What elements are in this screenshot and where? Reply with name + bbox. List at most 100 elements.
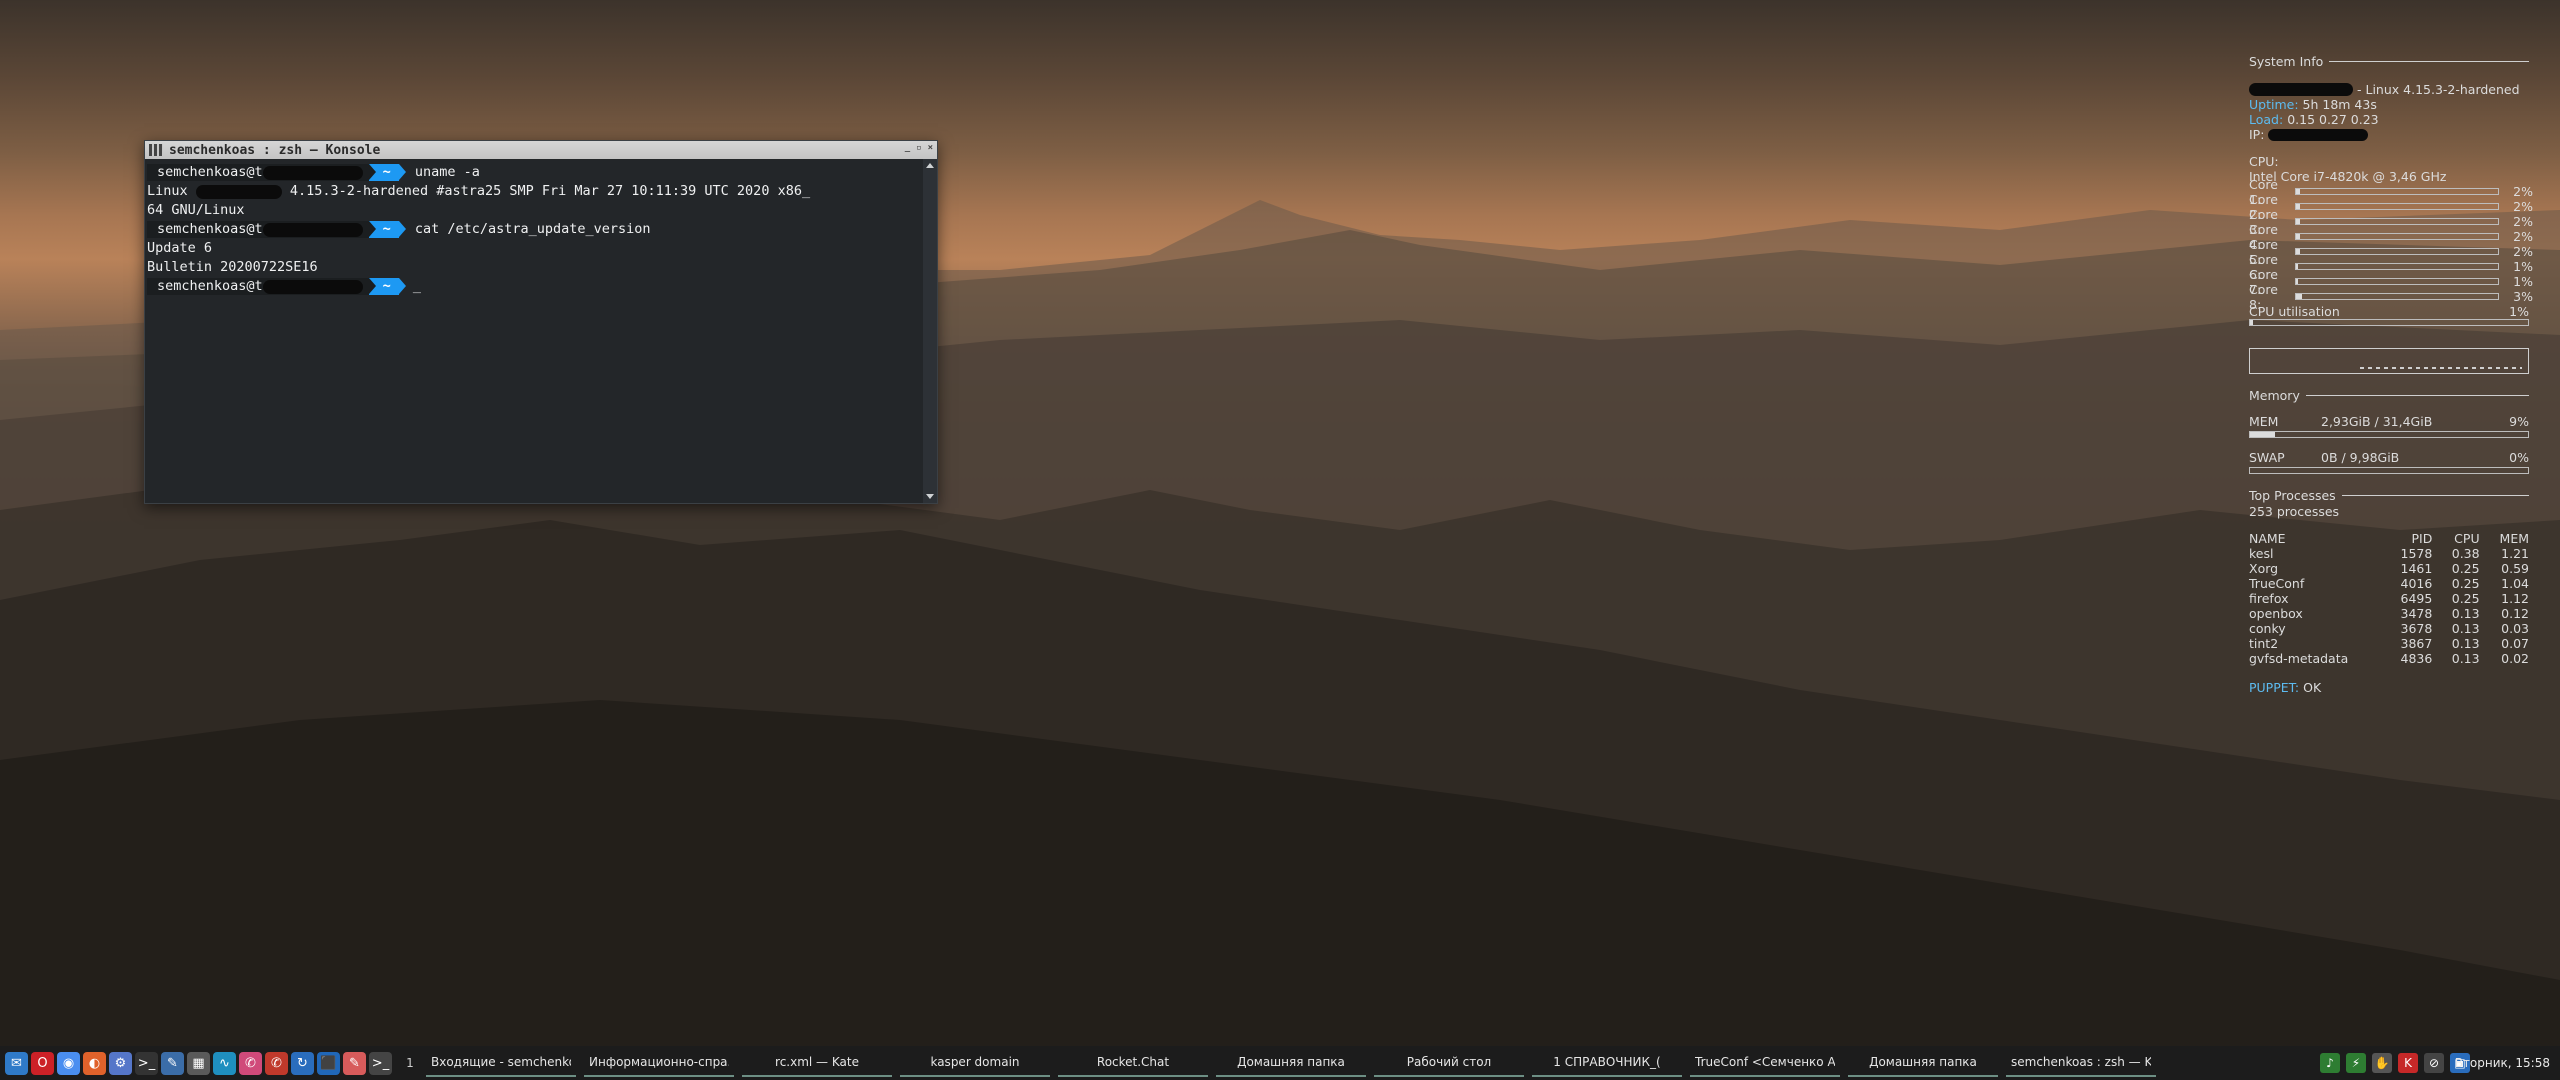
block-icon[interactable]: ⊘ <box>2424 1053 2444 1073</box>
konsole-app-icon <box>149 144 163 156</box>
command-text: cat /etc/astra_update_version <box>414 221 651 237</box>
divider <box>2329 60 2529 62</box>
minimize-button[interactable]: _ <box>905 143 910 153</box>
system-info-header: System Info <box>2249 52 2529 70</box>
core-percent: 1% <box>2513 259 2533 274</box>
taskbar-task[interactable]: Рабочий стол <box>1374 1049 1524 1077</box>
scroll-down-icon[interactable] <box>926 494 934 499</box>
clock[interactable]: Вторник, 15:58 <box>2455 1046 2550 1080</box>
calculator-icon[interactable]: ▦ <box>187 1051 210 1075</box>
core-usage-bar <box>2295 203 2499 210</box>
taskbar: ✉O◉◐⚙>_✎▦∿✆✆↻⬛✎>_ 1 Входящие - semchenko… <box>0 1046 2560 1080</box>
virtualbox-icon[interactable]: ⬛ <box>317 1051 340 1075</box>
core-percent: 2% <box>2513 214 2533 229</box>
terminal-scrollbar[interactable] <box>923 159 937 503</box>
taskbar-task[interactable]: rc.xml — Kate <box>742 1049 892 1077</box>
bar-fill <box>2296 234 2301 239</box>
mem-row: MEM 2,93GiB / 31,4GiB 9% <box>2249 414 2529 429</box>
chart-icon[interactable]: ∿ <box>213 1051 236 1075</box>
chat-icon[interactable]: ✆ <box>265 1051 288 1075</box>
terminal-icon[interactable]: >_ <box>135 1051 158 1075</box>
firefox-icon[interactable]: ◐ <box>83 1051 106 1075</box>
taskbar-task[interactable]: kasper domain <box>900 1049 1050 1077</box>
volume-icon[interactable]: ♪ <box>2320 1053 2340 1073</box>
cpu-core-row: Core 8: 3% <box>2249 282 2533 312</box>
chrome-icon[interactable]: ◉ <box>57 1051 80 1075</box>
launcher-bar: ✉ O ◉ ◐ ⚙ >_ ✎ ▦ ∿ ✆ ✆ ↻ ⬛ ✎ >_ <box>0 1051 392 1075</box>
thunderbird-icon[interactable]: ✉ <box>5 1051 28 1075</box>
bar-fill <box>2296 279 2299 284</box>
cpu-label: CPU: <box>2249 154 2279 169</box>
window-titlebar[interactable]: semchenkoas : zsh — Konsole _ ▫ × <box>145 141 937 159</box>
mem-bar <box>2249 431 2529 438</box>
process-count: 253 processes <box>2249 504 2340 519</box>
output-line: Update 6 <box>147 240 213 256</box>
redacted-ip <box>2268 128 2369 141</box>
network-icon[interactable]: ⚡ <box>2346 1053 2366 1073</box>
table-row: conky 3678 0.13 0.03 <box>2249 621 2529 636</box>
task-list: Входящие - semchenko... Информационно-спр… <box>426 1049 2164 1077</box>
scroll-up-icon[interactable] <box>926 163 934 168</box>
cpu-core-list: Core 1: 2% Core 2: 2% Core 3: 2% Core 4: 2% Core… <box>2249 177 2533 312</box>
taskbar-task[interactable]: TrueConf <Семченко А... <box>1690 1049 1840 1077</box>
terminal-cursor: _ <box>412 278 421 294</box>
swap-row: SWAP 0B / 9,98GiB 0% <box>2249 450 2529 465</box>
kernel-row: - Linux 4.15.3-2-hardened <box>2249 82 2529 97</box>
cpu-utilisation-bar <box>2249 319 2529 326</box>
prompt-line: semchenkoas@t ~ cat /etc/astra_update_ver… <box>147 220 921 239</box>
editor-icon[interactable]: ✎ <box>161 1051 184 1075</box>
output-line: Bulletin 20200722SE16 <box>147 259 318 275</box>
maximize-button[interactable]: ▫ <box>916 143 921 153</box>
uptime-row: Uptime: 5h 18m 43s <box>2249 97 2377 112</box>
gear-icon[interactable]: ⚙ <box>109 1051 132 1075</box>
taskbar-task[interactable]: Входящие - semchenko... <box>426 1049 576 1077</box>
system-tray: ♪ ⚡ ✋ K ⊘ ▣ <box>2320 1046 2470 1080</box>
ip-row: IP: <box>2249 127 2529 142</box>
opera-icon[interactable]: O <box>31 1051 54 1075</box>
prompt-line: semchenkoas@t ~ _ <box>147 277 921 296</box>
taskbar-task[interactable]: semchenkoas : zsh — K... <box>2006 1049 2156 1077</box>
prompt-directory: ~ <box>368 164 406 181</box>
table-row: firefox 6495 0.25 1.12 <box>2249 591 2529 606</box>
taskbar-task[interactable]: 1 СПРАВОЧНИК_( <box>1532 1049 1682 1077</box>
window-title: semchenkoas : zsh — Konsole <box>169 142 381 158</box>
output-line: 64 GNU/Linux <box>147 202 245 218</box>
chat-icon[interactable]: ✆ <box>239 1051 262 1075</box>
table-row: Xorg 1461 0.25 0.59 <box>2249 561 2529 576</box>
core-usage-bar <box>2295 278 2499 285</box>
cpu-utilisation-row: CPU utilisation 1% <box>2249 304 2529 319</box>
redacted-hostname <box>2249 83 2353 96</box>
table-row: openbox 3478 0.13 0.12 <box>2249 606 2529 621</box>
taskbar-task[interactable]: Rocket.Chat <box>1058 1049 1208 1077</box>
swap-bar <box>2249 467 2529 474</box>
table-header-row: NAME PID CPU MEM <box>2249 531 2529 546</box>
antivirus-icon[interactable]: K <box>2398 1053 2418 1073</box>
notes-icon[interactable]: ✎ <box>343 1051 366 1075</box>
desktop-number[interactable]: 1 <box>400 1056 420 1070</box>
bar-fill <box>2296 249 2301 254</box>
core-percent: 2% <box>2513 184 2533 199</box>
cpu-graph <box>2249 348 2529 374</box>
konsole-window[interactable]: semchenkoas : zsh — Konsole _ ▫ × semche… <box>144 140 938 504</box>
close-button[interactable]: × <box>928 143 933 153</box>
prompt-line: semchenkoas@t ~ uname -a <box>147 163 921 182</box>
taskbar-task[interactable]: Домашняя папка <box>1848 1049 1998 1077</box>
output-line: Linux 4.15.3-2-hardened #astra25 SMP Fri… <box>147 183 811 199</box>
processes-header: Top Processes <box>2249 486 2529 504</box>
taskbar-task[interactable]: Информационно-спра... <box>584 1049 734 1077</box>
security-icon[interactable]: ✋ <box>2372 1053 2392 1073</box>
terminal-output[interactable]: semchenkoas@t ~ uname -a Linux 4.15.3-2-h… <box>145 159 923 503</box>
update-icon[interactable]: ↻ <box>291 1051 314 1075</box>
redacted-hostname <box>262 222 363 237</box>
terminal-icon[interactable]: >_ <box>369 1051 392 1075</box>
core-percent: 1% <box>2513 274 2533 289</box>
bar-fill <box>2296 219 2301 224</box>
core-percent: 2% <box>2513 229 2533 244</box>
bar-fill <box>2250 320 2253 325</box>
prompt-user: semchenkoas@t <box>147 278 369 295</box>
command-text: uname -a <box>414 164 480 180</box>
taskbar-task[interactable]: Домашняя папка <box>1216 1049 1366 1077</box>
table-row: TrueConf 4016 0.25 1.04 <box>2249 576 2529 591</box>
core-usage-bar <box>2295 263 2499 270</box>
core-usage-bar <box>2295 293 2499 300</box>
